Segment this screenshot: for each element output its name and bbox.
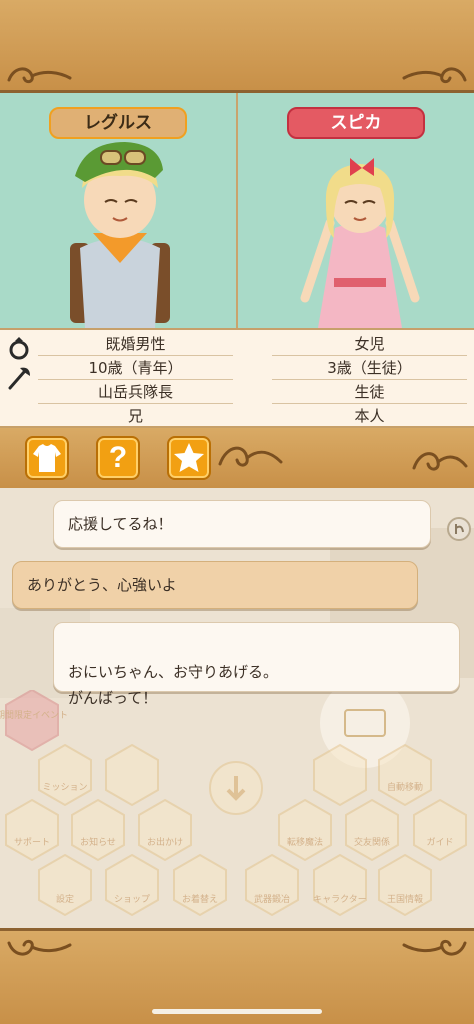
top-frame-bar [0, 0, 474, 93]
info-age-left: 10歳（青年） [38, 356, 233, 380]
action-toolbar [0, 428, 474, 488]
scroll-ornament-icon [402, 939, 467, 956]
menu-label-kingdom: 王国情報 [387, 893, 423, 905]
info-relationship-right: 女児 [272, 332, 467, 356]
home-indicator[interactable] [152, 1009, 322, 1014]
character-info-table: 既婚男性 10歳（青年） 山岳兵隊長 兄 女児 3歳（生徒） 生徒 本人 [0, 328, 474, 428]
menu-label-mission: ミッション [42, 783, 87, 793]
help-button[interactable]: ? [96, 436, 140, 480]
scroll-ornament-icon [218, 446, 283, 467]
info-job-left: 山岳兵隊長 [38, 380, 233, 404]
menu-label-shop: ショップ [114, 894, 150, 905]
menu-label-guide: ガイド [426, 837, 453, 848]
character-portrait-right [300, 158, 420, 328]
menu-label-news: お知らせ [80, 836, 116, 848]
menu-label-teleport: 転移魔法 [287, 836, 323, 848]
character-name-right: スピカ [287, 107, 425, 139]
ring-icon [9, 337, 29, 360]
dialogue-bubble-3[interactable]: おにいちゃん、お守りあげる。 がんばって！ [53, 622, 460, 707]
dialogue-text: ありがとう、心強いよ [27, 576, 177, 594]
character-portrait-left [70, 142, 170, 328]
auto-advance-icon[interactable] [446, 514, 472, 544]
outfit-button[interactable] [25, 436, 69, 480]
character-name-left: レグルス [49, 107, 187, 139]
scroll-ornament-icon [7, 67, 72, 84]
star-icon [174, 443, 204, 472]
axe-icon [8, 367, 30, 390]
menu-label-auto-move: 自動移動 [387, 781, 423, 793]
background-menu-grid: 期間限定イベント ミッション 自動移動 サポート お知らせ お出かけ 転移魔法 … [0, 690, 467, 917]
info-family-left: 兄 [127, 407, 143, 425]
menu-label-character: キャラクター [313, 894, 367, 905]
menu-label-settings: 設定 [56, 893, 74, 905]
info-relationship-left: 既婚男性 [38, 332, 233, 356]
scroll-ornament-icon [412, 452, 468, 471]
dialogue-bubble-2[interactable]: ありがとう、心強いよ [12, 561, 418, 609]
favorite-button[interactable] [167, 436, 211, 480]
dialogue-bubble-1[interactable]: 応援してるね！ [53, 500, 431, 548]
info-family-right: 本人 [354, 407, 385, 425]
info-job-right: 生徒 [272, 380, 467, 404]
menu-label-support: サポート [14, 837, 50, 848]
menu-label-friendship: 交友関係 [354, 836, 390, 848]
menu-label-event: 期間限定イベント [0, 709, 68, 721]
question-icon: ? [108, 441, 128, 474]
info-age-right: 3歳（生徒） [272, 356, 467, 380]
menu-label-dressing: お着替え [182, 893, 218, 905]
menu-label-smithing: 武器鍛冶 [254, 893, 290, 905]
outfit-icon [33, 444, 61, 472]
menu-label-outing: お出かけ [147, 836, 183, 848]
scroll-ornament-icon [7, 939, 72, 956]
scroll-ornament-icon [402, 67, 467, 84]
dialogue-text: 応援してるね！ [68, 515, 173, 533]
